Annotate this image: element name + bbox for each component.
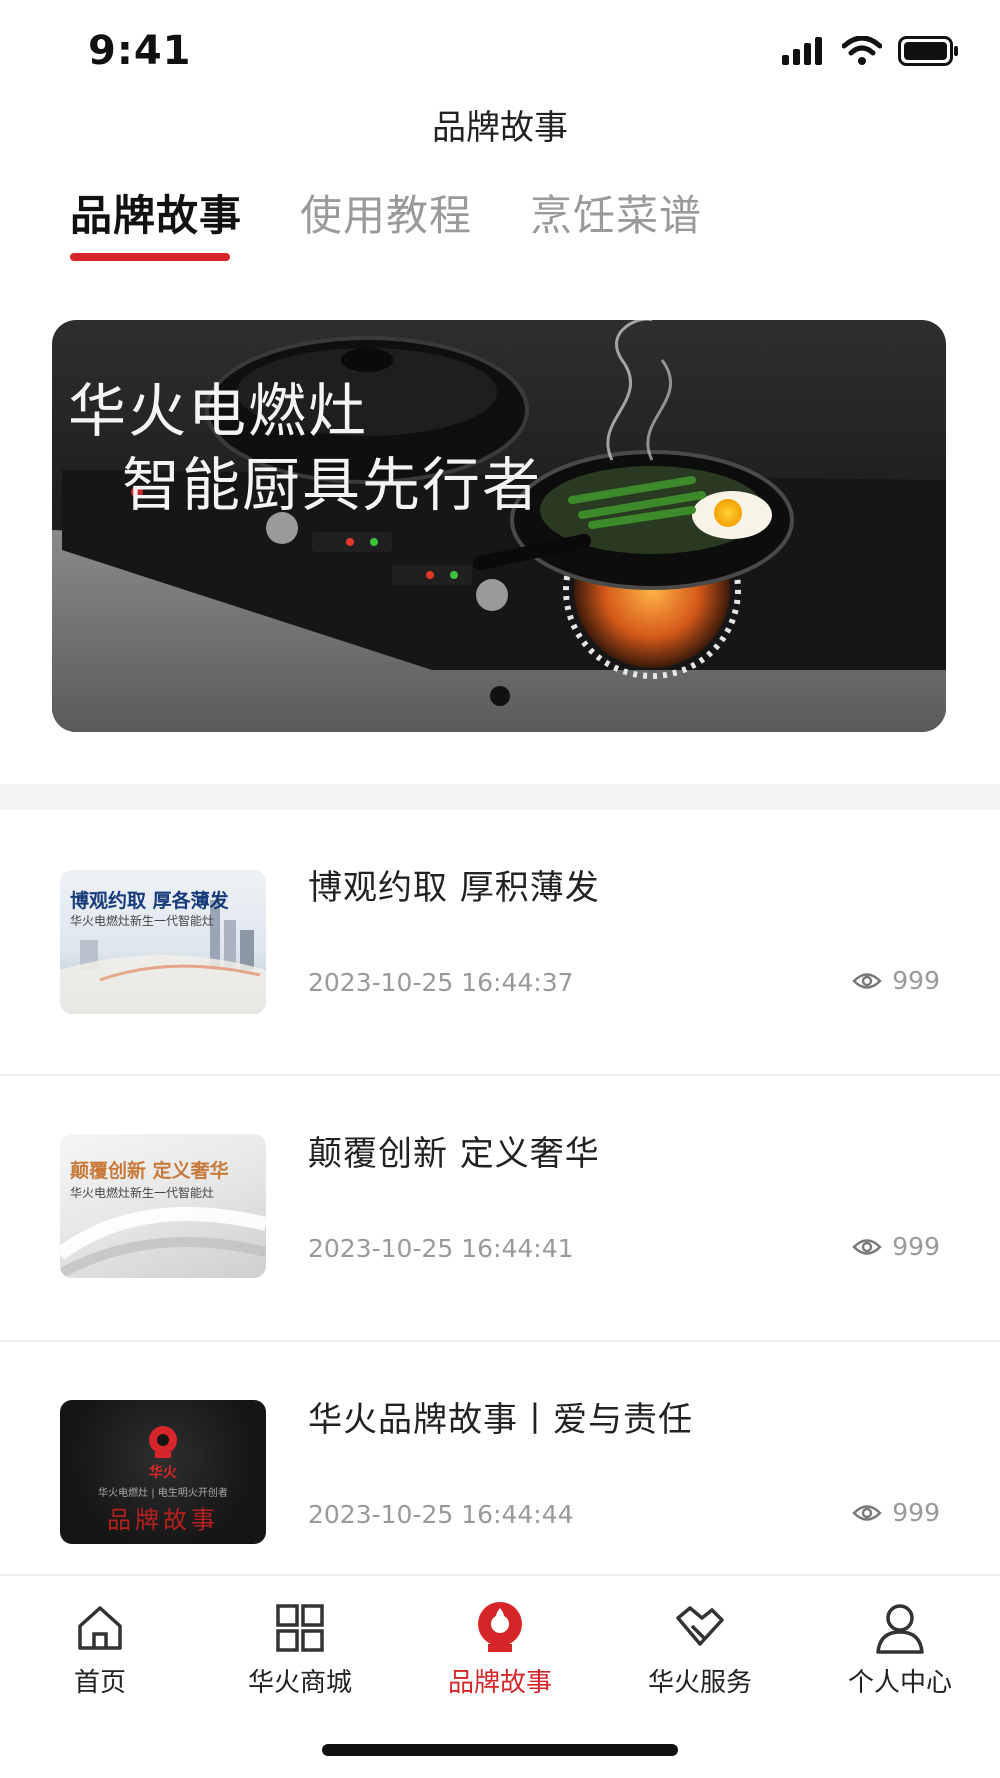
banner-carousel[interactable]: 华火电燃灶 智能厨具先行者 [52,320,946,732]
news-thumbnail: 华火 华火电燃灶 | 电生明火开创者 品牌故事 [60,1400,266,1544]
cellular-signal-icon [782,37,822,65]
banner-headline-line1: 华火电燃灶 [68,377,369,445]
nav-label: 华火服务 [647,1668,752,1698]
thumbnail-title: 颠覆创新 定义奢华 [70,1160,229,1182]
nav-label: 个人中心 [847,1668,952,1698]
thumbnail-title: 品牌故事 [107,1506,219,1534]
thumbnail-brand: 华火 [149,1465,177,1481]
thumbnail-subtitle: 华火电燃灶新生一代智能灶 [70,914,215,928]
news-list-item[interactable]: 博观约取 厚各薄发 华火电燃灶新生一代智能灶 博观约取 厚积薄发 2023-10… [0,810,1000,1076]
home-indicator[interactable] [322,1744,678,1756]
nav-item-home[interactable]: 首页 [20,1600,180,1699]
news-thumbnail: 颠覆创新 定义奢华 华火电燃灶新生一代智能灶 [60,1134,266,1278]
wifi-icon [842,36,882,65]
status-icons [782,36,960,66]
eye-icon [852,1504,882,1521]
news-title: 华火品牌故事丨爱与责任 [308,1400,693,1440]
nav-item-brand-story[interactable]: 品牌故事 [420,1600,580,1699]
thumbnail-subtitle: 华火电燃灶新生一代智能灶 [70,1186,215,1200]
brand-flame-icon [478,1602,522,1652]
banner-headline-line2: 智能厨具先行者 [122,451,543,519]
status-time: 9:41 [88,28,192,74]
thumbnail-subtitle: 华火电燃灶 | 电生明火开创者 [98,1488,228,1499]
eye-icon [852,972,882,989]
news-title: 博观约取 厚积薄发 [308,868,600,908]
nav-item-profile[interactable]: 个人中心 [820,1600,980,1699]
news-date: 2023-10-25 16:44:41 [308,1234,574,1263]
home-icon [78,1606,122,1650]
news-view-count: 999 [852,966,940,995]
thumbnail-title: 博观约取 厚各薄发 [70,890,229,912]
status-bar: 9:41 [0,0,1000,100]
eye-icon [852,1238,882,1255]
nav-label: 首页 [73,1668,126,1698]
page-title: 品牌故事 [432,108,568,148]
news-date: 2023-10-25 16:44:37 [308,968,574,997]
news-date: 2023-10-25 16:44:44 [308,1500,574,1529]
view-count-value: 999 [892,966,940,995]
brand-logo-icon [149,1426,177,1458]
tab-tutorials[interactable]: 使用教程 [300,182,472,243]
news-title: 颠覆创新 定义奢华 [308,1134,600,1174]
nav-item-mall[interactable]: 华火商城 [220,1600,380,1699]
tab-brand-story[interactable]: 品牌故事 [70,182,242,243]
news-list-item[interactable]: 颠覆创新 定义奢华 华火电燃灶新生一代智能灶 颠覆创新 定义奢华 2023-10… [0,1076,1000,1342]
view-count-value: 999 [892,1232,940,1261]
carousel-page-indicator [490,686,510,706]
news-view-count: 999 [852,1232,940,1261]
nav-item-service[interactable]: 华火服务 [620,1600,780,1699]
news-thumbnail: 博观约取 厚各薄发 华火电燃灶新生一代智能灶 [60,870,266,1014]
view-count-value: 999 [892,1498,940,1527]
nav-label: 品牌故事 [447,1668,552,1698]
battery-icon [898,36,958,66]
tab-bar: 品牌故事 使用教程 烹饪菜谱 [70,182,702,243]
service-handshake-icon [676,1606,724,1646]
grid-icon [276,1604,324,1652]
nav-label: 华火商城 [247,1668,352,1698]
news-list-item[interactable]: 华火 华火电燃灶 | 电生明火开创者 品牌故事 华火品牌故事丨爱与责任 2023… [0,1342,1000,1608]
section-divider [0,784,1000,810]
news-view-count: 999 [852,1498,940,1527]
active-tab-indicator [70,253,230,261]
user-icon [876,1604,924,1654]
brand-story-page: 9:41 品牌故事 品牌故事 使用教程 烹饪菜谱 华火电燃灶 智能厨具先行者 博… [0,0,1000,1778]
tab-recipes[interactable]: 烹饪菜谱 [530,182,702,243]
